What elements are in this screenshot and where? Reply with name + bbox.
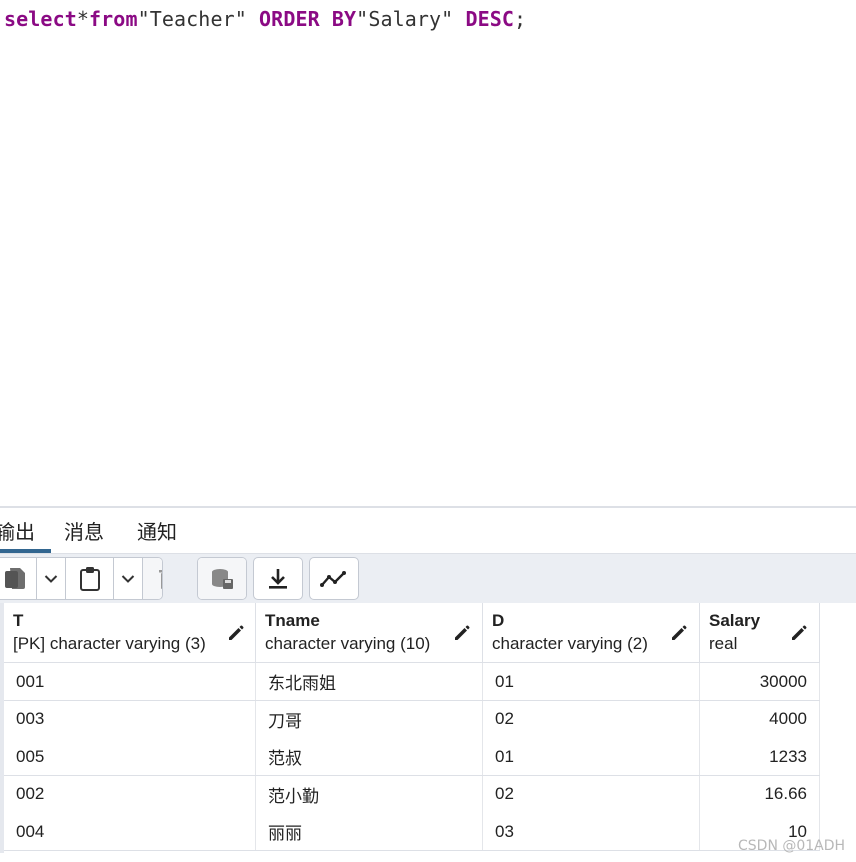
sql-keyword-order-by: ORDER BY [259,7,357,31]
save-data-button[interactable] [198,558,246,599]
result-tabs: 输出 消息 通知 [0,508,856,553]
column-name: T [13,611,24,630]
data-grid: T [PK] character varying (3) Tname chara… [0,603,820,853]
sql-table-name: "Teacher" [137,7,247,31]
copy-options-dropdown[interactable] [37,558,65,599]
download-button[interactable] [254,558,302,599]
cell-salary[interactable]: 16.66 [700,775,820,813]
cell-salary[interactable]: 1233 [700,738,820,776]
graph-visualiser-button[interactable] [310,558,358,599]
sql-keyword-from: from [89,7,138,31]
column-type: character varying (2) [492,634,648,653]
sql-keyword-desc: DESC [465,7,515,31]
cell-d[interactable]: 01 [483,738,700,776]
column-header-tname[interactable]: Tname character varying (10) [256,603,483,663]
result-toolbar [0,553,856,603]
graph-icon [320,570,348,588]
edit-button-group [0,557,163,600]
cell-tname[interactable]: 范叔 [256,738,483,776]
save-data-icon [210,568,234,590]
cell-salary[interactable]: 30000 [700,663,820,701]
column-header-d[interactable]: D character varying (2) [483,603,700,663]
column-header-salary[interactable]: Salary real [700,603,820,663]
column-type: real [709,634,738,653]
sql-star: * [76,7,90,31]
save-data-group [197,557,247,600]
edit-pencil-icon[interactable] [452,623,472,643]
paste-icon [79,566,101,592]
cell-t[interactable]: 003 [4,700,256,738]
paste-options-dropdown[interactable] [114,558,142,599]
cell-salary[interactable]: 4000 [700,700,820,738]
tab-messages[interactable]: 消息 [64,516,104,545]
download-group [253,557,303,600]
sql-keyword-select: select [4,7,77,31]
cell-d[interactable]: 02 [483,700,700,738]
paste-button[interactable] [66,558,113,599]
copy-icon [4,567,26,591]
download-icon [268,568,288,590]
sql-query-line[interactable]: select*from"Teacher" ORDER BY"Salary" DE… [4,7,526,31]
graph-group [309,557,359,600]
sql-semicolon: ; [514,7,527,31]
edit-pencil-icon[interactable] [789,623,809,643]
cell-t[interactable]: 002 [4,775,256,813]
sql-column-name: "Salary" [356,7,454,31]
cell-tname[interactable]: 范小勤 [256,775,483,813]
cell-tname[interactable]: 丽丽 [256,813,483,851]
cell-d[interactable]: 03 [483,813,700,851]
cell-d[interactable]: 02 [483,775,700,813]
chevron-down-icon [121,574,135,584]
tab-notifications[interactable]: 通知 [137,516,177,545]
column-name: Tname [265,611,320,630]
tab-output[interactable]: 输出 [0,516,35,545]
edit-pencil-icon[interactable] [226,623,246,643]
sql-editor[interactable]: select*from"Teacher" ORDER BY"Salary" DE… [0,0,856,506]
cell-d[interactable]: 01 [483,663,700,701]
chevron-down-icon [44,574,58,584]
edit-pencil-icon[interactable] [669,623,689,643]
copy-button[interactable] [0,558,36,599]
delete-button[interactable] [143,558,162,599]
column-name: Salary [709,611,761,630]
cell-tname[interactable]: 刀哥 [256,700,483,738]
column-type: character varying (10) [265,634,431,653]
watermark: CSDN @01ADH [738,838,846,854]
cell-t[interactable]: 001 [4,663,256,701]
cell-tname[interactable]: 东北雨姐 [256,663,483,701]
cell-t[interactable]: 005 [4,738,256,776]
column-type: [PK] character varying (3) [13,634,206,653]
column-name: D [492,611,505,630]
column-header-t[interactable]: T [PK] character varying (3) [4,603,256,663]
cell-t[interactable]: 004 [4,813,256,851]
delete-icon [158,568,162,590]
